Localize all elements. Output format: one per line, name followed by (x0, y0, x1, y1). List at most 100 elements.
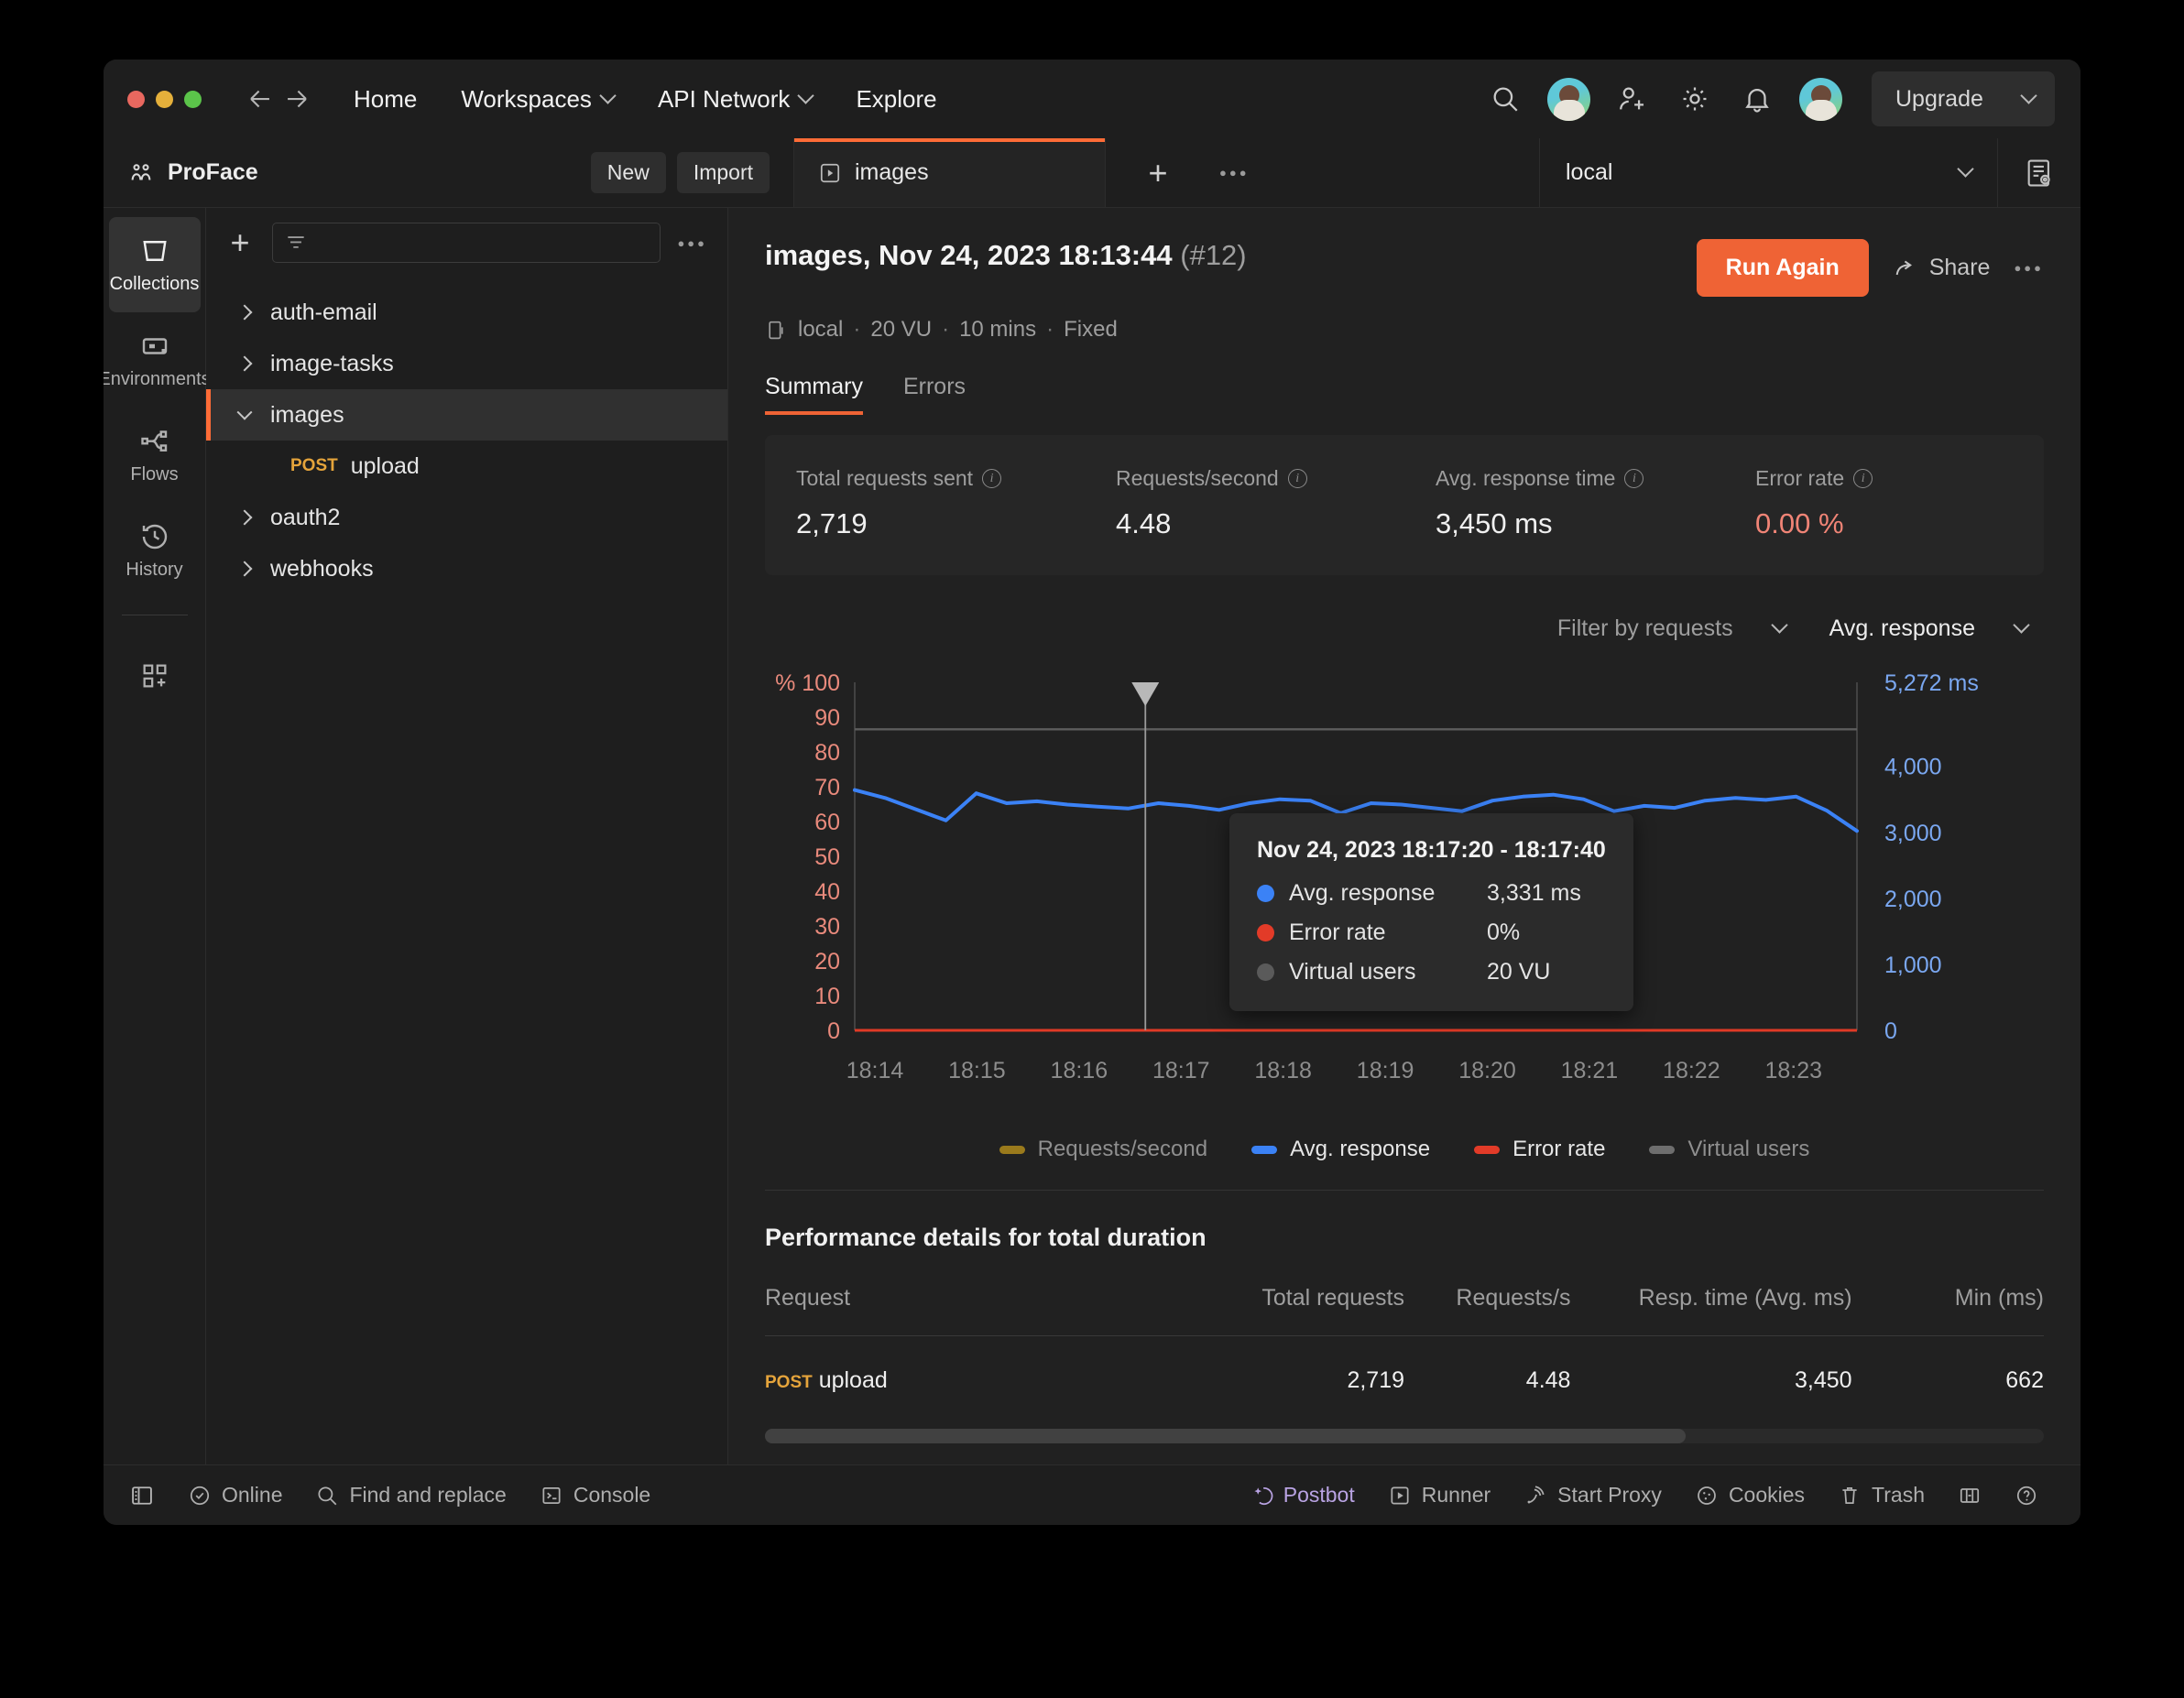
tab-errors[interactable]: Errors (903, 374, 966, 415)
collection-item-images[interactable]: images (206, 389, 727, 441)
close-window-button[interactable] (127, 91, 145, 108)
collection-item-oauth2[interactable]: oauth2 (206, 492, 727, 543)
import-button[interactable]: Import (677, 152, 770, 193)
run-number: (#12) (1180, 239, 1246, 271)
upgrade-button[interactable]: Upgrade (1872, 71, 2055, 126)
nav-home[interactable]: Home (332, 78, 439, 121)
status-online[interactable]: Online (171, 1483, 299, 1508)
cell-resp-time-avg: 3,450 (1570, 1336, 1851, 1426)
sidebar-item-history[interactable]: History (109, 503, 201, 598)
chevron-down-icon (237, 405, 253, 420)
legend-item-virtual-users[interactable]: Virtual users (1649, 1137, 1809, 1162)
share-button[interactable]: Share (1893, 255, 1991, 281)
column-requests-per-s[interactable]: Requests/s (1404, 1285, 1570, 1336)
performance-table: Request Total requests Requests/s Resp. … (765, 1285, 2044, 1425)
metric-dropdown[interactable]: Avg. response (1813, 606, 2044, 651)
info-icon[interactable]: i (1853, 469, 1873, 488)
add-module-icon[interactable] (109, 628, 201, 724)
column-min-ms[interactable]: Min (ms) (1852, 1285, 2044, 1336)
stat-label-text: Avg. response time (1436, 466, 1615, 491)
filter-label: Filter by requests (1557, 615, 1733, 642)
new-button[interactable]: New (591, 152, 666, 193)
help-icon[interactable] (1998, 1484, 2055, 1508)
new-collection-button[interactable]: + (224, 226, 256, 259)
tab-summary[interactable]: Summary (765, 374, 863, 415)
gear-icon[interactable] (1675, 79, 1715, 119)
svg-text:5,272 ms: 5,272 ms (1884, 670, 1979, 696)
sidebar-item-environments[interactable]: Environments (109, 312, 201, 408)
tab-more-icon[interactable]: ●●● (1219, 166, 1250, 180)
workspace-name[interactable]: ProFace (168, 159, 258, 186)
svg-text:18:15: 18:15 (948, 1058, 1006, 1083)
legend-dot-virtual-users (1257, 963, 1274, 981)
runner-button[interactable]: Runner (1371, 1483, 1507, 1508)
forward-icon[interactable] (278, 81, 315, 117)
back-icon[interactable] (242, 81, 278, 117)
nav-api-network[interactable]: API Network (636, 78, 835, 121)
performance-chart[interactable]: % 10090807060504030201005,272 ms4,0003,0… (765, 662, 2044, 1120)
environment-selector[interactable]: local (1540, 138, 1998, 207)
cell-total-requests: 2,719 (1200, 1336, 1404, 1426)
layout-icon[interactable] (1941, 1484, 1998, 1508)
stat-value: 2,719 (796, 507, 1085, 540)
runner-label: Runner (1422, 1483, 1491, 1508)
scrollbar-thumb[interactable] (765, 1429, 1686, 1443)
bell-icon[interactable] (1737, 79, 1777, 119)
sidebar-item-collections[interactable]: Collections (109, 217, 201, 312)
run-load-profile: Fixed (1064, 317, 1118, 343)
tab-images[interactable]: images (794, 138, 1106, 207)
run-more-icon[interactable]: ●●● (2014, 261, 2044, 275)
collection-item-image-tasks[interactable]: image-tasks (206, 338, 727, 389)
user-avatar[interactable] (1799, 78, 1842, 121)
info-icon[interactable]: i (1288, 469, 1307, 488)
nav-workspaces[interactable]: Workspaces (439, 78, 636, 121)
sidebar-item-flows[interactable]: Flows (109, 408, 201, 503)
legend-item-requests-per-second[interactable]: Requests/second (999, 1137, 1207, 1162)
run-header: images, Nov 24, 2023 18:13:44 (#12) Run … (728, 208, 2080, 415)
info-icon[interactable]: i (1624, 469, 1643, 488)
collections-more-icon[interactable]: ●●● (677, 236, 707, 250)
zoom-window-button[interactable] (184, 91, 202, 108)
column-total-requests[interactable]: Total requests (1200, 1285, 1404, 1336)
collection-item-webhooks[interactable]: webhooks (206, 543, 727, 594)
stat-value: 3,450 ms (1436, 507, 1724, 540)
legend-item-error-rate[interactable]: Error rate (1474, 1137, 1605, 1162)
request-item-upload[interactable]: POST upload (206, 441, 727, 492)
info-icon[interactable]: i (982, 469, 1001, 488)
table-row[interactable]: POST upload 2,719 4.48 3,450 662 (765, 1336, 2044, 1426)
search-icon[interactable] (1485, 79, 1525, 119)
horizontal-scrollbar[interactable] (765, 1429, 2044, 1443)
column-resp-time-avg[interactable]: Resp. time (Avg. ms) (1570, 1285, 1851, 1336)
avatar[interactable] (1547, 78, 1590, 121)
find-and-replace[interactable]: Find and replace (299, 1483, 522, 1508)
start-proxy-button[interactable]: Start Proxy (1507, 1483, 1678, 1508)
share-icon (1893, 256, 1918, 281)
svg-text:% 100: % 100 (775, 670, 840, 696)
trash-button[interactable]: Trash (1821, 1483, 1941, 1508)
cell-requests-per-s: 4.48 (1404, 1336, 1570, 1426)
tooltip-row: Avg. response 3,331 ms (1257, 880, 1606, 907)
stat-total-requests: Total requests senti 2,719 (765, 466, 1085, 540)
cookies-button[interactable]: Cookies (1678, 1483, 1821, 1508)
run-vu: 20 VU (870, 317, 932, 343)
filter-by-requests-dropdown[interactable]: Filter by requests (1541, 606, 1802, 651)
sidebar-toggle-icon[interactable] (129, 1483, 171, 1508)
console-button[interactable]: Console (523, 1483, 667, 1508)
filter-input[interactable] (272, 223, 661, 263)
column-request[interactable]: Request (765, 1285, 1200, 1336)
environment-quick-look[interactable] (1998, 138, 2080, 207)
share-label: Share (1929, 255, 1991, 281)
local-agent-icon (765, 319, 788, 342)
collection-item-auth-email[interactable]: auth-email (206, 287, 727, 338)
run-again-button[interactable]: Run Again (1697, 239, 1869, 297)
svg-text:0: 0 (1884, 1018, 1897, 1044)
new-tab-button[interactable]: + (1142, 157, 1174, 190)
table-header-row: Request Total requests Requests/s Resp. … (765, 1285, 2044, 1336)
start-proxy-label: Start Proxy (1557, 1483, 1662, 1508)
postbot-button[interactable]: Postbot (1233, 1483, 1371, 1508)
nav-explore[interactable]: Explore (834, 78, 958, 121)
invite-user-icon[interactable] (1612, 79, 1653, 119)
minimize-window-button[interactable] (156, 91, 173, 108)
legend-item-avg-response[interactable]: Avg. response (1251, 1137, 1430, 1162)
stat-value: 4.48 (1116, 507, 1404, 540)
